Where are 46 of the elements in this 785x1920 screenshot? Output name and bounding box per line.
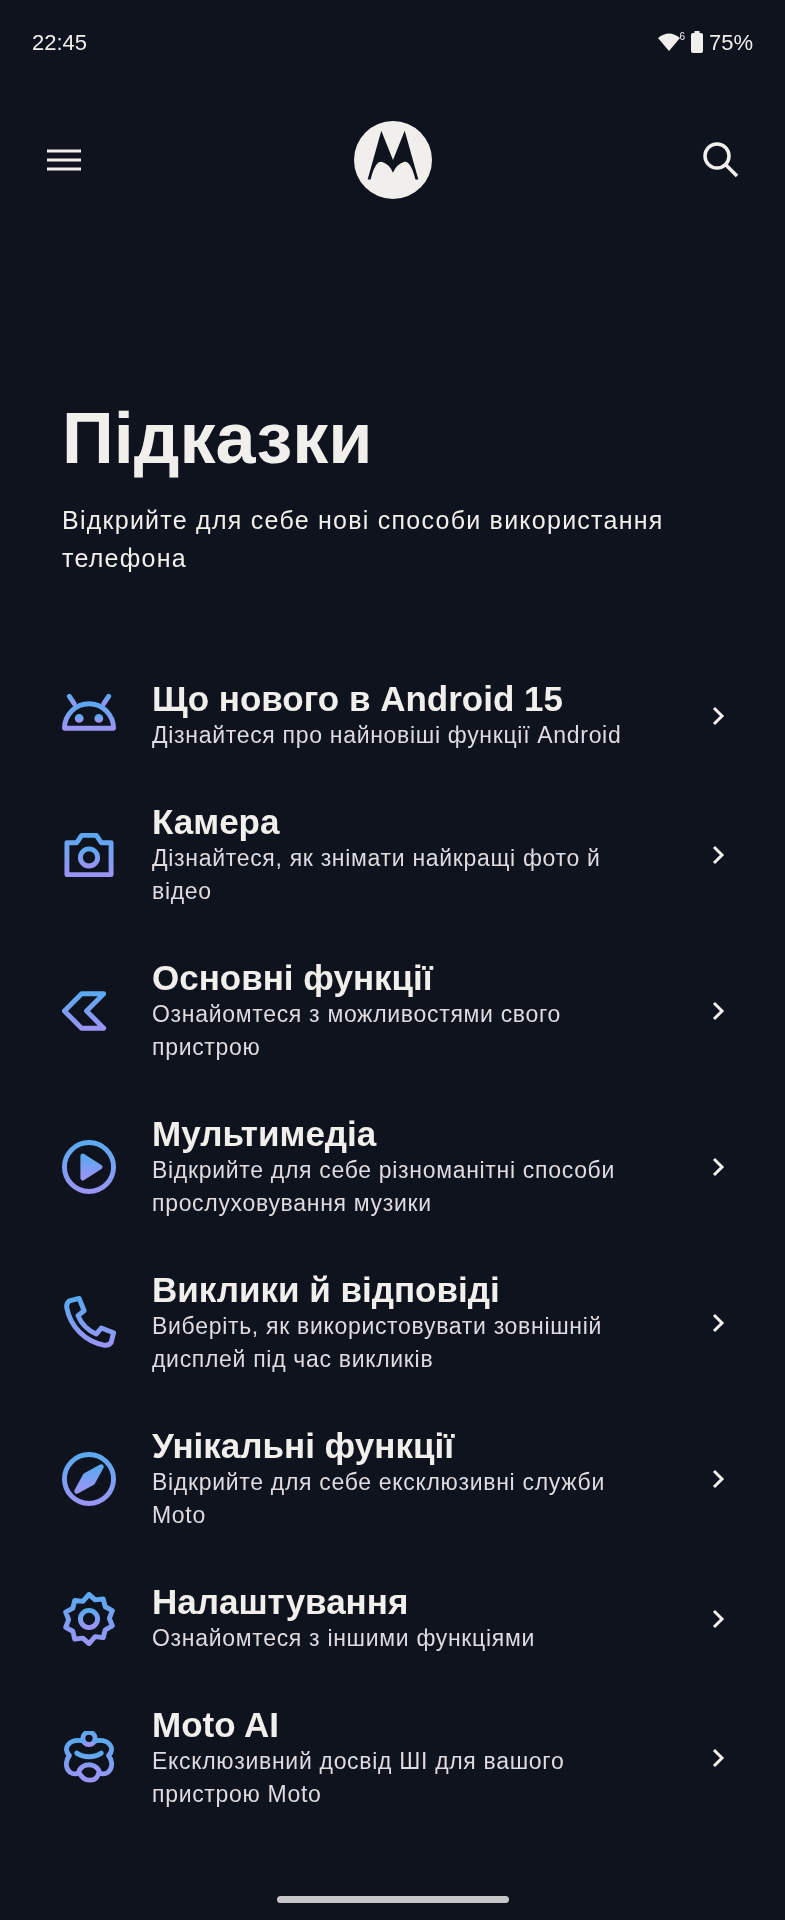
tip-item[interactable]: Унікальні функції Відкрийте для себе ексклюзивні служби Moto bbox=[0, 1401, 785, 1557]
tip-title: Основні функції bbox=[152, 958, 435, 998]
tip-title: Що нового в Android 15 bbox=[152, 679, 564, 719]
tip-description: Ознайомтеся з можливостями свого пристрою bbox=[152, 1000, 563, 1062]
tip-title: Унікальні функції bbox=[152, 1426, 456, 1466]
chevron-right-icon bbox=[711, 1156, 725, 1178]
chevron-right-icon bbox=[711, 844, 725, 866]
tip-title: Виклики й відповіді bbox=[152, 1270, 501, 1310]
tip-description: Відкрийте для себе ексклюзивні служби Moto bbox=[152, 1468, 606, 1530]
tip-title: Налаштування bbox=[152, 1582, 410, 1622]
status-time: 22:45 bbox=[32, 28, 88, 57]
battery-icon bbox=[690, 31, 703, 53]
battery-level: 75% bbox=[708, 28, 753, 57]
chevron-right-icon bbox=[711, 1468, 725, 1490]
settings-icon bbox=[62, 1591, 116, 1646]
logo-icon bbox=[353, 121, 432, 199]
menu-icon bbox=[46, 148, 82, 172]
tip-item[interactable]: Мультимедіа Відкрийте для себе різноманітні способи прослуховування музики bbox=[0, 1089, 785, 1245]
tip-item[interactable]: Що нового в Android 15 Дізнайтеся про найновіші функції Android bbox=[0, 654, 785, 777]
chevron-right-icon bbox=[711, 704, 725, 727]
tip-description: Відкрийте для себе різноманітні способи прослуховування музики bbox=[152, 1156, 616, 1218]
tip-description: Дізнайтеся, як знімати найкращі фото й відео bbox=[152, 844, 602, 906]
chevron-right-icon bbox=[711, 1312, 725, 1334]
tip-title: Moto AI bbox=[152, 1705, 280, 1745]
chevron-right-icon bbox=[711, 1607, 725, 1630]
wifi-generation-label: 6 bbox=[679, 32, 685, 42]
tip-description: Ексклюзивний досвід ШІ для вашого пристрою Moto bbox=[152, 1747, 566, 1809]
tip-item[interactable]: Камера Дізнайтеся, як знімати найкращі фото й відео bbox=[0, 777, 785, 933]
tip-item[interactable]: Основні функції Ознайомтеся з можливостями свого пристрою bbox=[0, 933, 785, 1089]
tip-description: Ознайомтеся з іншими функціями bbox=[152, 1624, 536, 1653]
tip-item[interactable]: Moto AI Ексклюзивний досвід ШІ для вашого пристрою Moto bbox=[0, 1680, 785, 1836]
search-icon bbox=[701, 140, 741, 180]
tip-item[interactable]: Виклики й відповіді Виберіть, як використовувати зовнішній дисплей під час викликів bbox=[0, 1245, 785, 1401]
compass-icon bbox=[62, 1452, 116, 1506]
wifi-icon bbox=[657, 32, 682, 52]
tip-item[interactable]: Налаштування Ознайомтеся з іншими функціями bbox=[0, 1557, 785, 1680]
chevron-right-icon bbox=[711, 1747, 725, 1769]
tip-title: Камера bbox=[152, 802, 281, 842]
tip-title: Мультимедіа bbox=[152, 1114, 378, 1154]
phone-icon bbox=[62, 1296, 116, 1350]
sparkle-knot-icon bbox=[62, 1731, 116, 1785]
tip-description: Виберіть, як використовувати зовнішній дисплей під час викликів bbox=[152, 1312, 604, 1374]
page-subtitle: Відкрийте для себе нові способи використання телефона bbox=[62, 505, 665, 574]
tip-description: Дізнайтеся про найновіші функції Android bbox=[152, 721, 623, 750]
play-icon bbox=[62, 1140, 116, 1194]
chevron-right-icon bbox=[711, 1000, 725, 1022]
